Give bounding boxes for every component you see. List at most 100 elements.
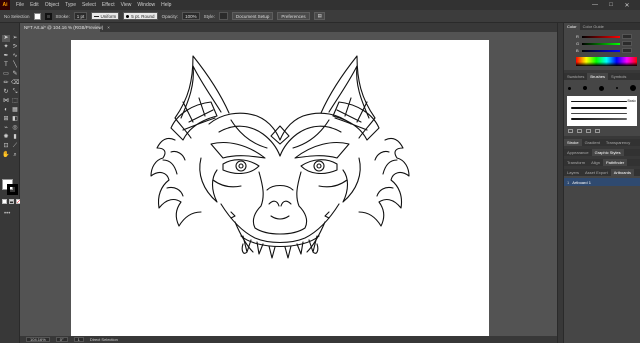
tab-pathfinder[interactable]: Pathfinder <box>602 159 628 166</box>
selection-tool-icon[interactable]: ➤ <box>2 35 10 42</box>
preferences-button[interactable]: Preferences <box>277 12 310 20</box>
tab-layers[interactable]: Layers <box>564 169 582 176</box>
fill-stroke-widget[interactable] <box>2 179 18 195</box>
green-value-field[interactable] <box>622 41 632 46</box>
column-graph-tool-icon[interactable]: ▮ <box>11 134 19 141</box>
artboard-canvas[interactable] <box>71 40 489 336</box>
document-setup-button[interactable]: Document Setup <box>231 12 274 20</box>
zoom-tool-icon[interactable]: ⌕ <box>11 152 19 159</box>
brush-stroke-3[interactable] <box>571 113 627 114</box>
menu-select[interactable]: Select <box>82 2 96 8</box>
menu-view[interactable]: View <box>121 2 132 8</box>
type-tool-icon[interactable]: T <box>2 62 10 69</box>
color-spectrum[interactable] <box>576 57 637 66</box>
menu-object[interactable]: Object <box>45 2 59 8</box>
zoom-field[interactable]: 104.16% <box>26 337 50 342</box>
minimize-button[interactable]: — <box>590 1 600 9</box>
tab-asset-export[interactable]: Asset Export <box>582 169 611 176</box>
tab-brushes[interactable]: Brushes <box>587 73 609 80</box>
tab-transform[interactable]: Transform <box>564 159 588 166</box>
brush-libraries-menu-icon[interactable] <box>568 129 573 133</box>
brush-3pt-icon[interactable] <box>568 86 571 90</box>
symbol-sprayer-tool-icon[interactable]: ✺ <box>2 134 10 141</box>
maximize-button[interactable]: □ <box>606 1 616 9</box>
gradient-mode-icon[interactable] <box>9 199 14 204</box>
tab-swatches[interactable]: Swatches <box>564 73 587 80</box>
rectangle-tool-icon[interactable]: ▭ <box>2 71 10 78</box>
eraser-tool-icon[interactable]: ⌫ <box>11 80 19 87</box>
tab-appearance[interactable]: Appearance <box>564 149 592 156</box>
edit-toolbar-icon[interactable]: ••• <box>4 211 10 217</box>
tab-artboards[interactable]: Artboards <box>610 169 635 176</box>
magic-wand-tool-icon[interactable]: ✦ <box>2 44 10 51</box>
width-tool-icon[interactable]: ⋈ <box>2 98 10 105</box>
rotation-field[interactable]: 0° <box>55 337 68 342</box>
variable-width-profile-dropdown[interactable]: Uniform <box>91 12 120 20</box>
artboard-navigator[interactable]: 1 <box>73 337 84 342</box>
brush-stroke-4[interactable] <box>571 118 627 120</box>
brush-1pt-icon[interactable] <box>616 87 618 89</box>
paintbrush-tool-icon[interactable]: ✎ <box>11 71 19 78</box>
menu-window[interactable]: Window <box>137 2 155 8</box>
brush-stroke-2[interactable] <box>571 107 627 109</box>
blue-slider[interactable] <box>582 49 620 52</box>
tab-gradient[interactable]: Gradient <box>582 139 603 146</box>
stroke-color-box[interactable] <box>7 184 18 195</box>
close-tab-icon[interactable]: × <box>107 25 110 30</box>
stroke-swatch[interactable] <box>44 12 52 20</box>
document-tab[interactable]: NFT Art.ai* @ 104.16 % (RGB/Preview) × <box>20 23 110 32</box>
blend-tool-icon[interactable]: ◎ <box>11 125 19 132</box>
hand-tool-icon[interactable]: ✋ <box>2 152 10 159</box>
rotate-tool-icon[interactable]: ↻ <box>2 89 10 96</box>
direct-selection-tool-icon[interactable]: ➢ <box>11 35 19 42</box>
lasso-tool-icon[interactable]: ᕗ <box>11 44 19 51</box>
gradient-tool-icon[interactable]: ◧ <box>11 116 19 123</box>
slice-tool-icon[interactable]: ⟋ <box>11 143 19 150</box>
perspective-grid-tool-icon[interactable]: ▦ <box>11 107 19 114</box>
line-tool-icon[interactable]: ╲ <box>11 62 19 69</box>
artboard-list-row[interactable]: 1 Artboard 1 <box>564 178 640 186</box>
stroke-weight-field[interactable]: 1 pt <box>73 12 88 20</box>
tab-color[interactable]: Color <box>564 23 580 30</box>
pen-tool-icon[interactable]: ✒ <box>2 53 10 60</box>
fill-swatch[interactable] <box>33 12 41 20</box>
dragon-head-artwork[interactable] <box>71 40 489 336</box>
brush-7pt-icon[interactable] <box>599 85 604 91</box>
style-dropdown[interactable] <box>218 12 228 20</box>
arrange-documents-icon[interactable]: ▤ <box>313 12 325 20</box>
brush-9pt-icon[interactable] <box>630 85 636 91</box>
green-slider[interactable] <box>582 42 620 45</box>
artboard-tool-icon[interactable]: ⊡ <box>2 143 10 150</box>
menu-effect[interactable]: Effect <box>102 2 115 8</box>
red-slider[interactable] <box>582 35 620 38</box>
brush-5pt-icon[interactable] <box>583 86 587 90</box>
new-brush-icon[interactable] <box>586 129 591 133</box>
tab-align[interactable]: Align <box>588 159 603 166</box>
opacity-field[interactable]: 100% <box>182 12 200 20</box>
tab-symbols[interactable]: Symbols <box>608 73 629 80</box>
menu-file[interactable]: File <box>16 2 24 8</box>
menu-type[interactable]: Type <box>65 2 76 8</box>
red-value-field[interactable] <box>622 34 632 39</box>
tab-color-guide[interactable]: Color Guide <box>580 23 607 30</box>
pencil-tool-icon[interactable]: ✏ <box>2 80 10 87</box>
curvature-tool-icon[interactable]: ∿ <box>11 53 19 60</box>
scale-tool-icon[interactable]: ⤡ <box>11 89 19 96</box>
close-window-button[interactable]: ✕ <box>622 1 632 9</box>
blue-value-field[interactable] <box>622 48 632 53</box>
mesh-tool-icon[interactable]: ⊞ <box>2 116 10 123</box>
tab-stroke[interactable]: Stroke <box>564 139 582 146</box>
delete-brush-icon[interactable] <box>595 129 600 133</box>
brush-stroke-1[interactable] <box>571 101 627 102</box>
brush-library-preview[interactable]: Basic <box>567 96 637 126</box>
color-mode-icon[interactable] <box>2 199 7 204</box>
free-transform-tool-icon[interactable]: ⬚ <box>11 98 19 105</box>
tab-graphic-styles[interactable]: Graphic Styles <box>591 149 624 156</box>
remove-brush-stroke-icon[interactable] <box>577 129 582 133</box>
brush-definition-dropdown[interactable]: 5 pt. Round <box>123 12 158 20</box>
eyedropper-tool-icon[interactable]: ⌁ <box>2 125 10 132</box>
shape-builder-tool-icon[interactable]: ◐ <box>2 107 10 114</box>
menu-help[interactable]: Help <box>161 2 171 8</box>
tab-transparency[interactable]: Transparency <box>603 139 633 146</box>
menu-edit[interactable]: Edit <box>30 2 39 8</box>
